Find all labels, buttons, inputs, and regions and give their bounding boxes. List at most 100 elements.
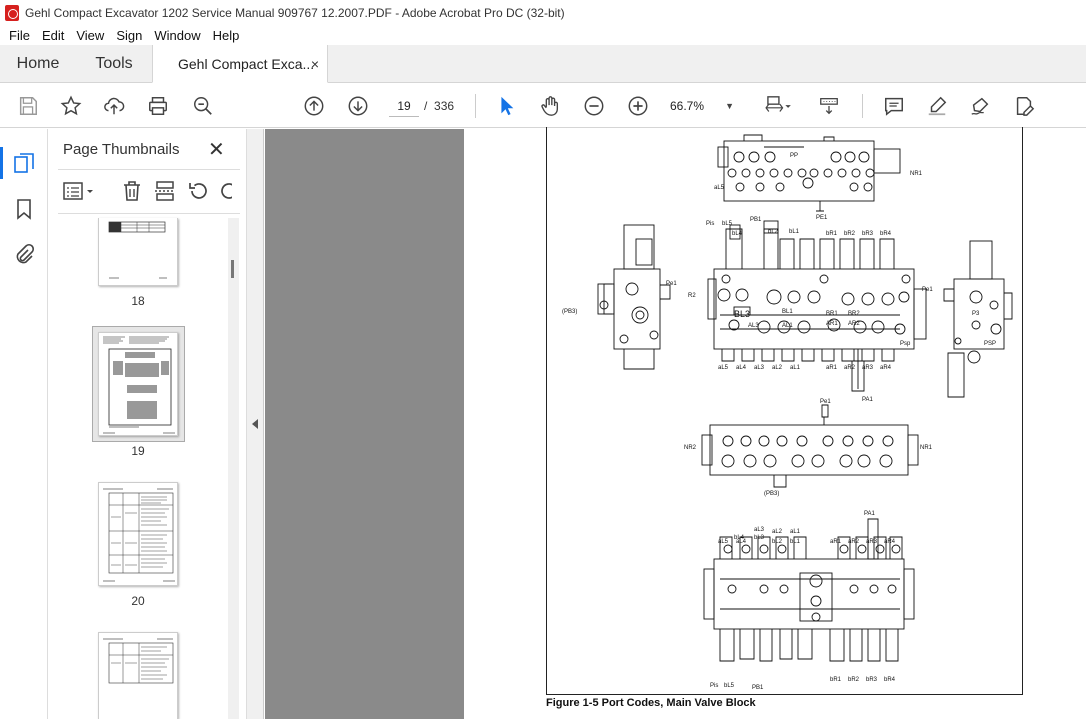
label-br1: bR1 (826, 231, 838, 237)
tab-document[interactable]: Gehl Compact Exca... × (152, 45, 328, 83)
figure-caption: Figure 1-5 Port Codes, Main Valve Block (546, 697, 756, 709)
label-al3-center: AL3 (748, 323, 759, 329)
select-cursor-icon[interactable] (492, 92, 520, 120)
label-al1-center: AL1 (782, 323, 793, 329)
comment-icon[interactable] (880, 92, 908, 120)
main-toolbar: 19 / 336 66.7% ▼ (0, 84, 1086, 128)
label-pb3-mid: (PB3) (764, 491, 779, 497)
tab-tools[interactable]: Tools (76, 45, 152, 82)
label-bl1: bL1 (789, 229, 800, 235)
label-ar1: aR1 (826, 365, 838, 371)
page-fit-icon[interactable] (760, 92, 796, 120)
collapse-panel-arrow-icon[interactable] (252, 419, 258, 429)
sign-pen-icon[interactable] (966, 92, 994, 120)
left-nav-rail (0, 129, 48, 719)
panel-splitter[interactable] (247, 129, 264, 719)
thumbnail-options-icon[interactable] (62, 179, 98, 203)
highlight-pen-icon[interactable] (923, 92, 951, 120)
page-thumbnails-icon[interactable] (0, 147, 36, 179)
panel-close-button[interactable]: ✕ (208, 137, 225, 162)
menu-window[interactable]: Window (148, 28, 206, 43)
page-number-input[interactable]: 19 (389, 95, 419, 117)
thumbnails-scrollbar[interactable] (228, 218, 239, 719)
tab-home[interactable]: Home (0, 45, 76, 82)
menu-help[interactable]: Help (207, 28, 246, 43)
label-ar4-bottom: aR4 (884, 539, 896, 545)
bookmarks-icon[interactable] (12, 197, 36, 221)
label-pe1-top: PE1 (816, 215, 828, 221)
edit-pdf-icon[interactable] (1010, 92, 1038, 120)
next-page-icon[interactable] (344, 92, 372, 120)
label-psp-center: Psp (900, 341, 911, 347)
label-br3: bR3 (862, 231, 874, 237)
menu-file[interactable]: File (3, 28, 36, 43)
zoom-level-value: 66.7% (670, 99, 705, 113)
label-nr2: NR2 (684, 445, 697, 451)
label-pb1: PB1 (750, 217, 762, 223)
label-br2: bR2 (844, 231, 856, 237)
label-ar2-center: AR2 (848, 321, 860, 327)
attachments-paperclip-icon[interactable] (12, 243, 36, 267)
label-al4-bottom: aL4 (736, 539, 747, 545)
thumbnail-label: 20 (131, 594, 145, 608)
label-pp: PP (790, 153, 798, 159)
thumbnail-page-18[interactable] (98, 218, 178, 286)
thumbnails-scrollbar-thumb[interactable] (231, 260, 234, 278)
menu-bar: File Edit View Sign Window Help (0, 25, 1086, 45)
label-al4: aL4 (736, 365, 747, 371)
label-br1-bottom: bR1 (830, 677, 842, 683)
thumbnail-page-20-preview (103, 488, 175, 582)
label-bl1-center: BL1 (782, 309, 793, 315)
menu-edit[interactable]: Edit (36, 28, 70, 43)
document-viewer[interactable]: PP NR1 PE1 aL5 Pis bL5 PB1 bL4 bL2 bL1 b… (265, 127, 1086, 719)
thumbnail-page-18-preview (108, 221, 167, 279)
panel-title: Page Thumbnails (63, 141, 180, 158)
label-nr1-mid: NR1 (920, 445, 933, 451)
label-pa1-bottom: PA1 (864, 511, 876, 517)
label-ar2: aR2 (844, 365, 856, 371)
label-br3-bottom: bR3 (866, 677, 878, 683)
previous-page-icon[interactable] (300, 92, 328, 120)
bookmark-star-icon[interactable] (57, 92, 85, 120)
thumbnail-page-20[interactable] (98, 482, 178, 586)
thumbnail-page-21[interactable] (98, 632, 178, 719)
tab-document-label: Gehl Compact Exca... (178, 55, 315, 72)
label-br1-center: BR1 (826, 311, 838, 317)
delete-trash-icon[interactable] (120, 179, 144, 203)
label-bl4: bL4 (732, 231, 743, 237)
label-pb1-bottom: PB1 (752, 685, 764, 691)
window-title: Gehl Compact Excavator 1202 Service Manu… (25, 5, 565, 20)
label-p3: P3 (972, 311, 980, 317)
label-br2-center: BR2 (848, 311, 860, 317)
menu-view[interactable]: View (70, 28, 110, 43)
zoom-in-icon[interactable] (624, 92, 652, 120)
chevron-down-icon: ▼ (725, 101, 734, 111)
share-upload-icon[interactable] (100, 92, 128, 120)
thumbnail-page-19[interactable] (98, 332, 178, 436)
label-pe1-right: Pe1 (922, 287, 933, 293)
save-icon[interactable] (14, 92, 42, 120)
label-al3-bottom: aL3 (754, 527, 765, 533)
label-br4: bR4 (880, 231, 892, 237)
rotate-clockwise-icon[interactable] (218, 179, 232, 203)
toolbar-divider (862, 94, 863, 118)
menu-sign[interactable]: Sign (110, 28, 148, 43)
zoom-out-icon[interactable] (580, 92, 608, 120)
search-zoom-icon[interactable] (189, 92, 217, 120)
tab-close-button[interactable]: × (311, 56, 319, 72)
label-al3: aL3 (754, 365, 765, 371)
page-total: / 336 (424, 95, 454, 117)
extract-pages-icon[interactable] (153, 179, 177, 203)
label-al1: aL1 (790, 365, 801, 371)
rotate-counterclockwise-icon[interactable] (186, 179, 210, 203)
label-al5-bottom: aL5 (718, 539, 729, 545)
label-al2: aL2 (772, 365, 783, 371)
label-ar3-bottom: aR3 (866, 539, 878, 545)
keyboard-scroll-icon[interactable] (815, 92, 843, 120)
print-icon[interactable] (144, 92, 172, 120)
label-bl3-bottom: bL3 (754, 535, 765, 541)
zoom-level-dropdown[interactable]: 66.7% ▼ (670, 95, 740, 117)
label-br2-bottom: bR2 (848, 677, 860, 683)
hand-tool-icon[interactable] (536, 92, 564, 120)
label-pe1-mid: Pe1 (820, 399, 831, 405)
